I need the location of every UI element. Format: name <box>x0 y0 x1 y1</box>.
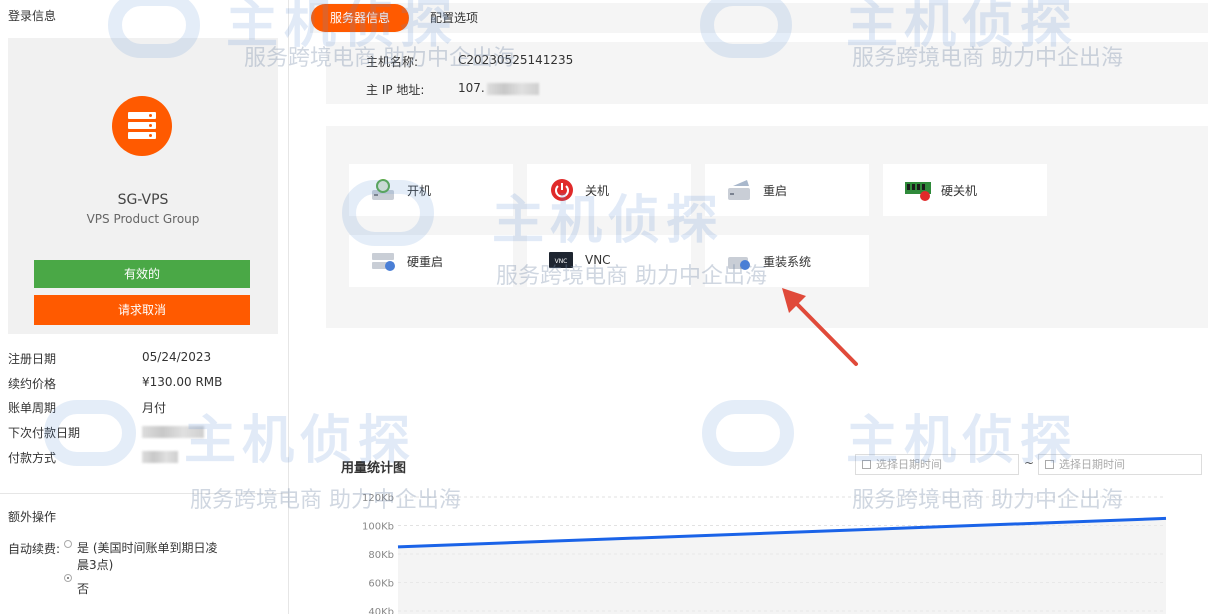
y-tick-label: 120Kb <box>362 493 394 504</box>
y-tick-label: 60Kb <box>368 579 394 590</box>
y-tick-label: 80Kb <box>368 550 394 561</box>
y-tick-label: 40Kb <box>368 607 394 614</box>
usage-chart: 120Kb 100Kb 80Kb 60Kb 40Kb <box>362 493 1167 614</box>
y-tick-label: 100Kb <box>362 522 394 533</box>
